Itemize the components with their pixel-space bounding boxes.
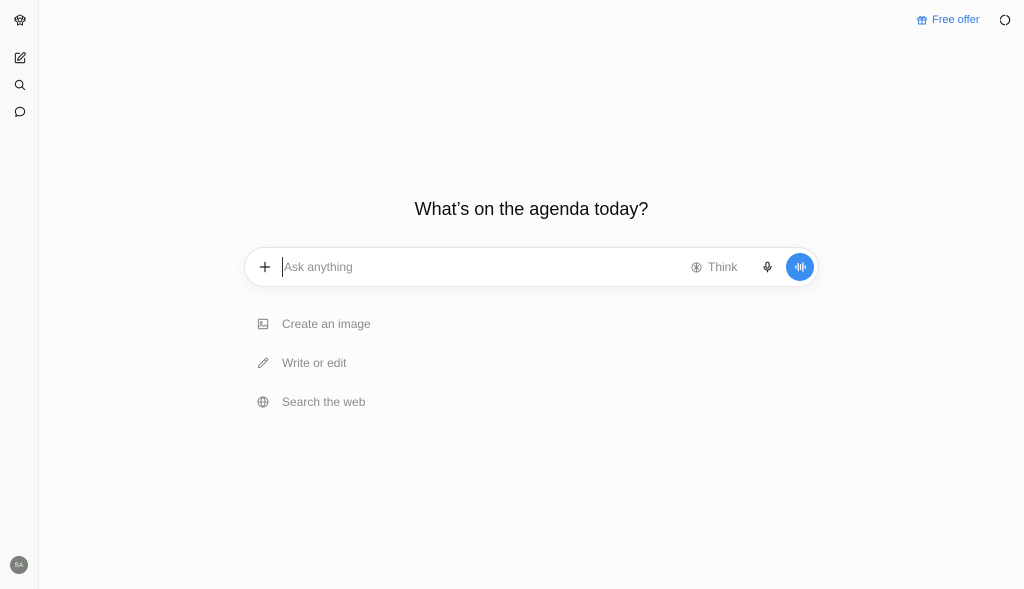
chats-button[interactable] — [8, 100, 31, 123]
gift-icon — [917, 16, 927, 25]
voice-mode-button[interactable] — [786, 253, 814, 281]
image-icon — [257, 318, 269, 330]
globe-icon — [257, 396, 269, 408]
page-title: What’s on the agenda today? — [414, 199, 649, 219]
suggestion-label: Create an image — [282, 317, 371, 331]
temporary-chat-icon — [999, 14, 1011, 26]
pencil-icon — [257, 357, 269, 369]
prompt-composer: Think — [244, 247, 819, 287]
free-offer-label: Free offer — [932, 14, 980, 26]
chat-bubble-icon — [14, 106, 25, 117]
waveform-icon — [795, 262, 806, 272]
attach-button[interactable] — [255, 257, 275, 277]
temporary-chat-button[interactable] — [996, 11, 1014, 29]
microphone-icon — [762, 261, 772, 273]
edit-icon — [14, 51, 26, 63]
dictate-button[interactable] — [758, 257, 776, 277]
suggestion-label: Search the web — [282, 395, 366, 409]
think-button[interactable]: Think — [690, 258, 737, 276]
free-offer-link[interactable]: Free offer — [916, 12, 980, 28]
suggestion-search-web[interactable]: Search the web — [256, 390, 456, 414]
plus-icon — [259, 261, 271, 273]
suggestion-create-image[interactable]: Create an image — [256, 312, 456, 336]
openai-logo-icon[interactable] — [8, 8, 31, 31]
avatar[interactable]: SA — [10, 556, 28, 574]
brain-icon — [691, 261, 702, 273]
search-chats-button[interactable] — [8, 73, 31, 96]
prompt-input[interactable] — [282, 257, 662, 277]
app-window: SA Free offer What’s on the agenda today… — [0, 0, 1024, 589]
think-label: Think — [708, 260, 738, 274]
suggestion-label: Write or edit — [282, 356, 347, 370]
search-icon — [14, 79, 25, 90]
suggestion-write-edit[interactable]: Write or edit — [256, 351, 456, 375]
new-chat-button[interactable] — [8, 46, 31, 69]
sidebar-rail: SA — [0, 0, 39, 589]
